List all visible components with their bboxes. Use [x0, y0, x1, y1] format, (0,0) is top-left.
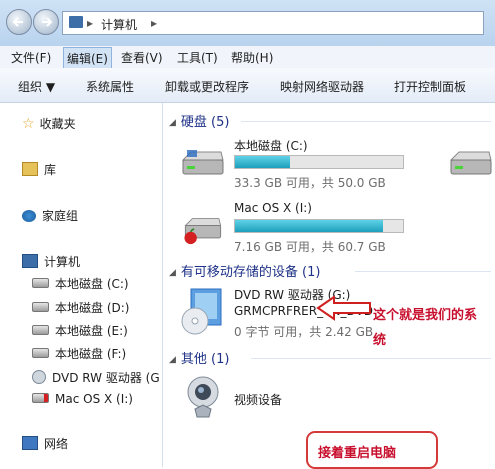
hard-drive-icon — [32, 278, 49, 288]
group-removable[interactable]: ◢ 有可移动存储的设备 (1) — [169, 261, 320, 280]
group-other[interactable]: ◢ 其他 (1) — [169, 348, 229, 367]
mac-drive-icon — [32, 393, 49, 403]
nav-libraries-label: 库 — [44, 163, 57, 177]
nav-computer[interactable]: 计算机 — [22, 253, 80, 270]
hard-drive-icon — [181, 150, 224, 175]
command-bar: 组织 ▼ 系统属性 卸载或更改程序 映射网络驱动器 打开控制面板 — [0, 68, 495, 103]
nav-favorites[interactable]: ☆ 收藏夹 — [22, 115, 76, 132]
back-arrow-icon — [12, 17, 23, 27]
title-bar: ▸ 计算机 ▸ — [0, 0, 495, 47]
address-bar[interactable]: ▸ 计算机 ▸ — [62, 11, 484, 35]
nav-drive-i[interactable]: Mac OS X (I:) — [32, 392, 133, 406]
hard-drive-icon — [449, 151, 492, 175]
nav-drive-label: 本地磁盘 (F:) — [55, 347, 127, 361]
menu-tools[interactable]: 工具(T) — [174, 49, 221, 66]
homegroup-icon — [22, 210, 36, 222]
menu-view[interactable]: 查看(V) — [118, 49, 166, 66]
dvd-drive-icon — [181, 288, 222, 335]
menu-edit[interactable]: 编辑(E) — [63, 47, 112, 70]
group-hard-drives-label: 硬盘 (5) — [180, 115, 230, 130]
drive-c-usage-bar — [234, 155, 404, 169]
nav-drive-f[interactable]: 本地磁盘 (F:) — [32, 345, 126, 362]
nav-drive-label: Mac OS X (I:) — [55, 392, 133, 406]
computer-icon — [22, 254, 38, 268]
content-pane: ◢ 硬盘 (5) 本地磁盘 (C:) 33.3 GB 可用，共 50.0 GB M… — [163, 103, 495, 467]
drive-i-usage-bar — [234, 219, 404, 233]
uninstall-program-button[interactable]: 卸载或更改程序 — [165, 78, 249, 95]
breadcrumb-chevron-icon[interactable]: ▸ — [151, 16, 157, 30]
forward-arrow-icon — [42, 17, 53, 27]
group-removable-label: 有可移动存储的设备 (1) — [180, 265, 321, 280]
drive-c-name[interactable]: 本地磁盘 (C:) — [234, 137, 308, 154]
nav-drive-g[interactable]: DVD RW 驱动器 (G — [32, 369, 160, 386]
hard-drive-icon — [32, 348, 49, 358]
dvd-size: 0 字节 可用，共 2.42 GB — [234, 325, 374, 339]
nav-computer-label: 计算机 — [44, 255, 81, 269]
group-divider — [241, 121, 491, 122]
map-network-drive-button[interactable]: 映射网络驱动器 — [280, 78, 364, 95]
nav-homegroup-label: 家庭组 — [42, 209, 79, 223]
forward-button[interactable] — [33, 9, 59, 35]
mac-drive-icon — [184, 218, 222, 245]
collapse-triangle-icon: ◢ — [169, 268, 176, 278]
organize-button[interactable]: 组织 ▼ — [18, 78, 55, 95]
breadcrumb-chevron-icon[interactable]: ▸ — [87, 16, 93, 30]
annotation-restart-box: 接着重启电脑 — [306, 431, 438, 469]
star-icon: ☆ — [22, 116, 35, 132]
collapse-triangle-icon: ◢ — [169, 118, 176, 128]
annotation-restart-text: 接着重启电脑 — [318, 446, 397, 461]
nav-network[interactable]: 网络 — [22, 435, 68, 452]
webcam-icon — [187, 376, 219, 418]
library-icon — [22, 162, 38, 176]
group-other-label: 其他 (1) — [180, 352, 230, 367]
nav-drive-e[interactable]: 本地磁盘 (E:) — [32, 322, 128, 339]
video-device-name[interactable]: 视频设备 — [234, 391, 282, 408]
hard-drive-icon — [32, 302, 49, 312]
open-control-panel-button[interactable]: 打开控制面板 — [394, 78, 466, 95]
annotation-text-line2: 统 — [373, 333, 387, 348]
collapse-triangle-icon: ◢ — [169, 355, 176, 365]
drive-c-usage-fill — [235, 156, 291, 168]
nav-libraries[interactable]: 库 — [22, 161, 56, 178]
group-divider — [355, 271, 491, 272]
back-button[interactable] — [6, 9, 32, 35]
annotation-text-line1: 这个就是我们的系 — [373, 308, 478, 323]
nav-drive-d[interactable]: 本地磁盘 (D:) — [32, 299, 129, 316]
system-properties-button[interactable]: 系统属性 — [86, 78, 134, 95]
drive-i-name[interactable]: Mac OS X (I:) — [234, 201, 312, 215]
menu-help[interactable]: 帮助(H) — [228, 49, 276, 66]
dvd-drive-icon — [32, 370, 46, 384]
breadcrumb-computer[interactable]: 计算机 — [101, 16, 137, 33]
nav-drive-label: DVD RW 驱动器 (G — [52, 371, 160, 385]
navigation-pane: ☆ 收藏夹 库 家庭组 计算机 本地磁盘 (C:) 本地磁盘 (D:) 本地磁盘 … — [0, 103, 163, 467]
drive-i-size: 7.16 GB 可用，共 60.7 GB — [234, 240, 386, 254]
hard-drive-icon — [32, 325, 49, 335]
nav-drive-label: 本地磁盘 (D:) — [55, 301, 130, 315]
nav-drive-c[interactable]: 本地磁盘 (C:) — [32, 275, 129, 292]
network-icon — [22, 436, 38, 450]
nav-favorites-label: 收藏夹 — [39, 117, 76, 131]
group-divider — [251, 358, 491, 359]
drive-c-size: 33.3 GB 可用，共 50.0 GB — [234, 176, 386, 190]
nav-homegroup[interactable]: 家庭组 — [22, 207, 78, 224]
menu-file[interactable]: 文件(F) — [8, 49, 54, 66]
nav-network-label: 网络 — [44, 437, 69, 451]
nav-drive-label: 本地磁盘 (C:) — [55, 277, 129, 291]
annotation-arrow-icon — [316, 295, 371, 321]
group-hard-drives[interactable]: ◢ 硬盘 (5) — [169, 111, 229, 130]
nav-drive-label: 本地磁盘 (E:) — [55, 324, 128, 338]
computer-icon — [69, 16, 83, 28]
drive-i-usage-fill — [235, 220, 383, 232]
menu-bar: 文件(F) 编辑(E) 查看(V) 工具(T) 帮助(H) — [0, 46, 495, 70]
